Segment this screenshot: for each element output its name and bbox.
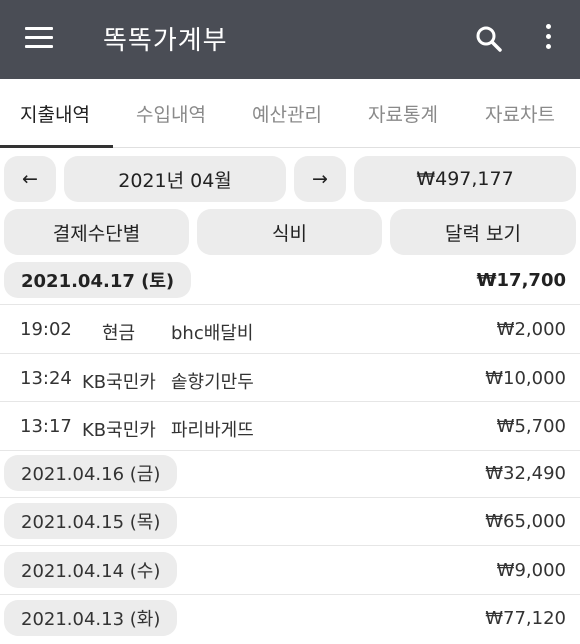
day-header-total: ₩17,700 — [476, 270, 566, 291]
transaction-time: 13:17 — [20, 416, 72, 437]
app-bar: 똑똑가계부 — [0, 0, 580, 79]
divider — [0, 304, 580, 305]
day-row-date[interactable]: 2021.04.14 (수) — [4, 552, 178, 588]
day-row-total: ₩77,120 — [485, 608, 566, 629]
divider — [0, 545, 580, 546]
transaction-amount: ₩5,700 — [496, 416, 566, 437]
day-row-total: ₩65,000 — [485, 511, 566, 532]
divider — [0, 401, 580, 402]
day-row-total: ₩32,490 — [485, 463, 566, 484]
transaction-amount: ₩10,000 — [485, 368, 566, 389]
day-row-date[interactable]: 2021.04.16 (금) — [4, 455, 178, 491]
transaction-time: 13:24 — [20, 368, 72, 389]
tab-expense[interactable]: 지출내역 — [20, 100, 90, 127]
divider — [0, 450, 580, 451]
calendar-view-button[interactable]: 달력 보기 — [390, 209, 576, 255]
day-row-date[interactable]: 2021.04.15 (목) — [4, 503, 178, 539]
day-row-total: ₩9,000 — [496, 560, 566, 581]
tab-charts[interactable]: 자료차트 — [485, 100, 555, 127]
divider — [0, 497, 580, 498]
next-month-button[interactable]: → — [294, 156, 346, 202]
active-tab-indicator — [0, 145, 113, 148]
transaction-amount: ₩2,000 — [496, 319, 566, 340]
filter-payment-method-button[interactable]: 결제수단별 — [4, 209, 189, 255]
day-header-date[interactable]: 2021.04.17 (토) — [4, 262, 192, 298]
divider — [0, 353, 580, 354]
tab-income[interactable]: 수입내역 — [136, 100, 206, 127]
prev-month-button[interactable]: ← — [4, 156, 56, 202]
transaction-description: bhc배달비 — [171, 323, 254, 344]
divider — [0, 594, 580, 595]
tab-bar: 지출내역 수입내역 예산관리 자료통계 자료차트 — [0, 79, 580, 148]
more-options-icon[interactable] — [538, 24, 558, 56]
transaction-time: 19:02 — [20, 319, 72, 340]
transaction-method: 현금 — [102, 323, 136, 344]
menu-icon[interactable] — [25, 27, 53, 51]
month-label[interactable]: 2021년 04월 — [64, 156, 286, 202]
tab-budget[interactable]: 예산관리 — [252, 100, 322, 127]
tab-statistics[interactable]: 자료통계 — [368, 100, 438, 127]
transaction-method: KB국민카 — [82, 372, 156, 393]
filter-category-button[interactable]: 식비 — [197, 209, 382, 255]
search-icon[interactable] — [474, 24, 504, 54]
transaction-description: 파리바게뜨 — [171, 420, 254, 441]
transaction-method: KB국민카 — [82, 420, 156, 441]
transaction-description: 솥향기만두 — [171, 372, 254, 393]
month-total: ₩497,177 — [354, 156, 576, 202]
day-row-date[interactable]: 2021.04.13 (화) — [4, 600, 178, 636]
app-title: 똑똑가계부 — [103, 26, 228, 56]
